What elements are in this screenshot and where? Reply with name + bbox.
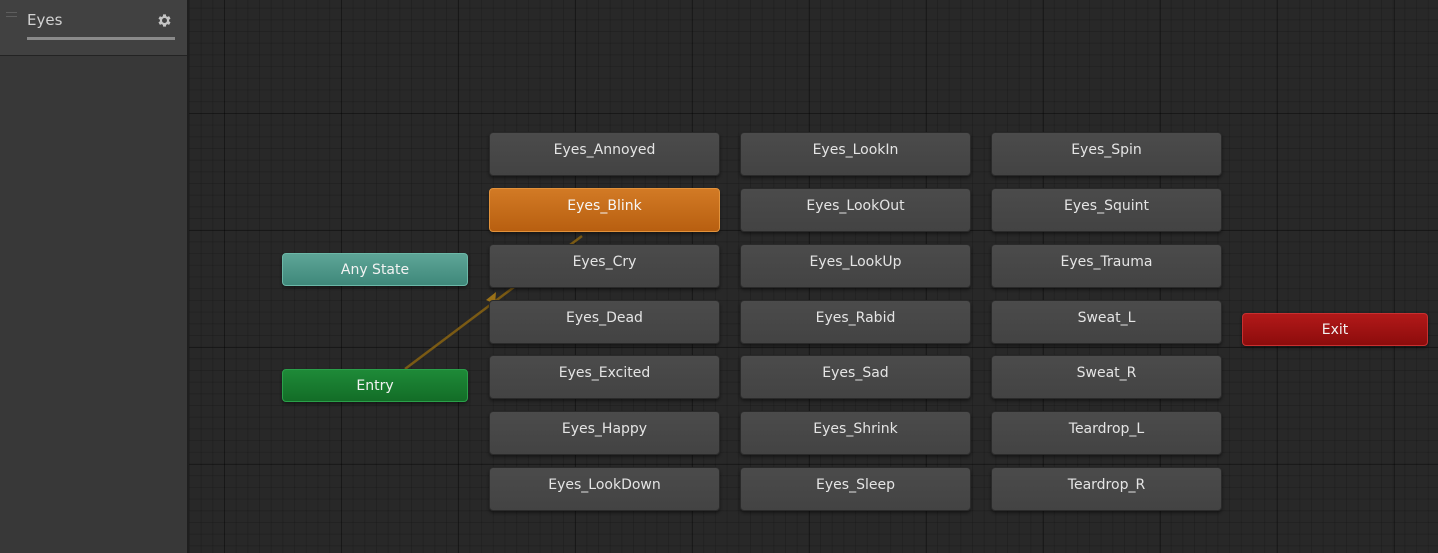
layers-panel: Eyes bbox=[0, 0, 189, 553]
layer-name: Eyes bbox=[27, 11, 63, 29]
layer-item-eyes[interactable]: Eyes bbox=[0, 0, 187, 56]
state-node[interactable]: Eyes_Annoyed bbox=[489, 132, 720, 176]
state-node[interactable]: Eyes_Happy bbox=[489, 411, 720, 455]
entry-node[interactable]: Entry bbox=[282, 369, 468, 402]
state-node[interactable]: Eyes_LookUp bbox=[740, 244, 971, 288]
state-node[interactable]: Eyes_LookOut bbox=[740, 188, 971, 232]
state-node[interactable]: Eyes_Sad bbox=[740, 355, 971, 399]
state-node[interactable]: Sweat_L bbox=[991, 300, 1222, 344]
state-node[interactable]: Eyes_LookDown bbox=[489, 467, 720, 511]
state-node[interactable]: Eyes_Trauma bbox=[991, 244, 1222, 288]
any-state-node[interactable]: Any State bbox=[282, 253, 468, 286]
gear-icon[interactable] bbox=[156, 12, 173, 29]
state-node[interactable]: Eyes_Shrink bbox=[740, 411, 971, 455]
state-node[interactable]: Eyes_Rabid bbox=[740, 300, 971, 344]
state-node[interactable]: Eyes_Sleep bbox=[740, 467, 971, 511]
drag-handle-icon[interactable] bbox=[6, 12, 17, 20]
exit-node[interactable]: Exit bbox=[1242, 313, 1428, 346]
state-node[interactable]: Eyes_Squint bbox=[991, 188, 1222, 232]
default-state-node[interactable]: Eyes_Blink bbox=[489, 188, 720, 232]
state-node[interactable]: Eyes_LookIn bbox=[740, 132, 971, 176]
state-node[interactable]: Teardrop_R bbox=[991, 467, 1222, 511]
state-node[interactable]: Eyes_Excited bbox=[489, 355, 720, 399]
state-node[interactable]: Eyes_Spin bbox=[991, 132, 1222, 176]
state-node[interactable]: Teardrop_L bbox=[991, 411, 1222, 455]
animator-window: Eyes Any State Entry Exit Eyes_Annoyed E… bbox=[0, 0, 1438, 553]
state-node[interactable]: Sweat_R bbox=[991, 355, 1222, 399]
layer-weight-bar bbox=[27, 37, 175, 40]
state-node[interactable]: Eyes_Dead bbox=[489, 300, 720, 344]
state-node[interactable]: Eyes_Cry bbox=[489, 244, 720, 288]
